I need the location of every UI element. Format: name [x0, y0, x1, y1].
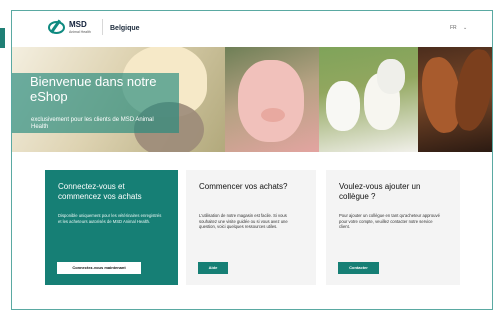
horses-image — [418, 47, 492, 152]
add-colleague-title: Voulez-vous ajouter un collègue ? — [339, 182, 421, 201]
site-header: MSD Animal Health Belgique FR ⌄ — [12, 11, 492, 47]
logo-text-group: MSD Animal Health — [69, 20, 91, 35]
login-card-title: Connectez-vous et commencez vos achats — [58, 182, 142, 201]
hero-subtitle: exclusivement pour les clients de MSD An… — [31, 117, 154, 130]
add-colleague-card: Voulez-vous ajouter un collègue ? Pour a… — [326, 170, 460, 285]
logo-primary-text: MSD — [69, 20, 87, 29]
pig-image — [225, 47, 319, 152]
contact-button[interactable]: Contacter — [338, 262, 379, 274]
hen-shape — [326, 81, 360, 131]
logo-secondary-text: Animal Health — [69, 30, 91, 34]
pig-snout — [261, 108, 285, 122]
login-card-text: Disponible uniquement pour les vétérinai… — [58, 213, 162, 224]
msd-logo[interactable]: MSD Animal Health — [48, 21, 91, 34]
hen-shape — [377, 59, 405, 94]
header-divider — [102, 19, 103, 35]
horse-shape — [450, 47, 492, 134]
chickens-image — [319, 47, 418, 152]
left-accent-bar — [0, 28, 5, 48]
login-card: Connectez-vous et commencez vos achats D… — [45, 170, 178, 285]
pig-shape — [238, 60, 304, 142]
country-label: Belgique — [110, 25, 140, 32]
chevron-down-icon[interactable]: ⌄ — [463, 25, 467, 31]
shopping-help-text: L'utilisation de notre magasin est facil… — [199, 213, 288, 230]
info-cards: Connectez-vous et commencez vos achats D… — [45, 170, 460, 285]
shopping-help-card: Commencer vos achats? L'utilisation de n… — [186, 170, 316, 285]
hero-title: Bienvenue dans notre eShop — [30, 74, 157, 104]
help-button[interactable]: Aide — [198, 262, 228, 274]
login-button[interactable]: Connectez-vous maintenant — [57, 262, 141, 274]
add-colleague-text: Pour ajouter un collègue en tant qu'ache… — [339, 213, 440, 230]
shopping-help-title: Commencer vos achats? — [199, 182, 288, 191]
language-selector[interactable]: FR — [450, 25, 457, 31]
msd-logo-icon — [48, 21, 65, 34]
